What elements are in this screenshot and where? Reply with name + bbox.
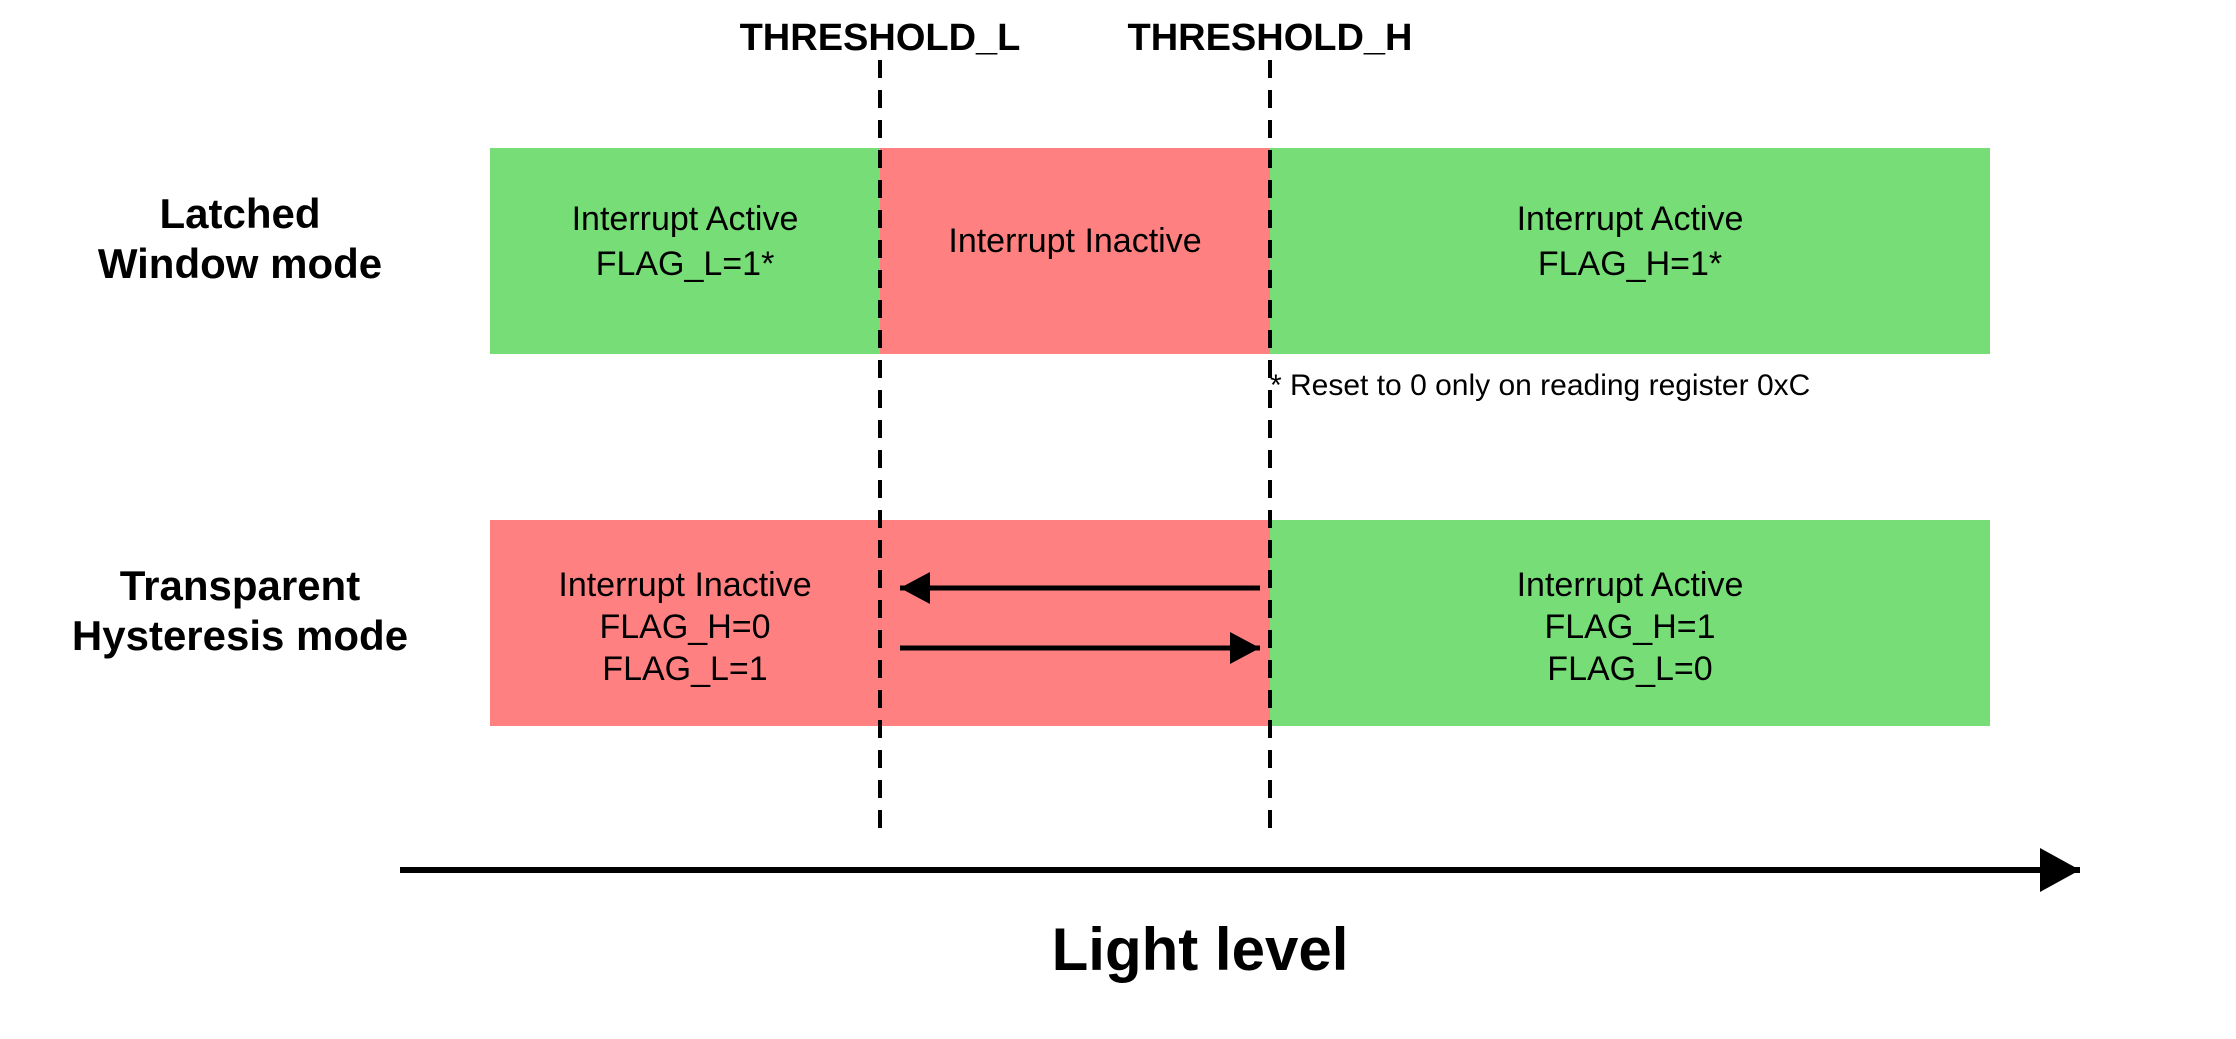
- transparent-mode-label-2: Hysteresis mode: [72, 612, 408, 659]
- transparent-mode-label-1: Transparent: [120, 562, 360, 609]
- threshold-l-label: THRESHOLD_L: [740, 17, 1021, 59]
- latched-right-text-1: Interrupt Active: [1517, 200, 1744, 238]
- transparent-right-text-3: FLAG_L=0: [1547, 650, 1712, 688]
- transparent-left-text-3: FLAG_L=1: [602, 650, 767, 688]
- latched-left-text-2: FLAG_L=1*: [596, 245, 775, 283]
- threshold-h-label: THRESHOLD_H: [1127, 17, 1412, 59]
- axis-label: Light level: [1052, 916, 1349, 983]
- transparent-right-text-1: Interrupt Active: [1517, 566, 1744, 604]
- transparent-left-text-2: FLAG_H=0: [599, 608, 770, 646]
- diagram-container: Interrupt Active FLAG_L=1* Interrupt Ina…: [0, 0, 2236, 1034]
- latched-mode-label-2: Window mode: [98, 240, 382, 287]
- latched-middle-text: Interrupt Inactive: [948, 222, 1201, 260]
- latched-left-text-1: Interrupt Active: [572, 200, 799, 238]
- latched-mode-label-1: Latched: [159, 190, 320, 237]
- reset-note: * Reset to 0 only on reading register 0x…: [1270, 369, 1810, 402]
- transparent-middle-red: [880, 520, 1270, 726]
- transparent-right-text-2: FLAG_H=1: [1544, 608, 1715, 646]
- latched-right-text-2: FLAG_H=1*: [1538, 245, 1722, 283]
- axis-arrow: [2040, 848, 2080, 892]
- transparent-left-text-1: Interrupt Inactive: [558, 566, 811, 604]
